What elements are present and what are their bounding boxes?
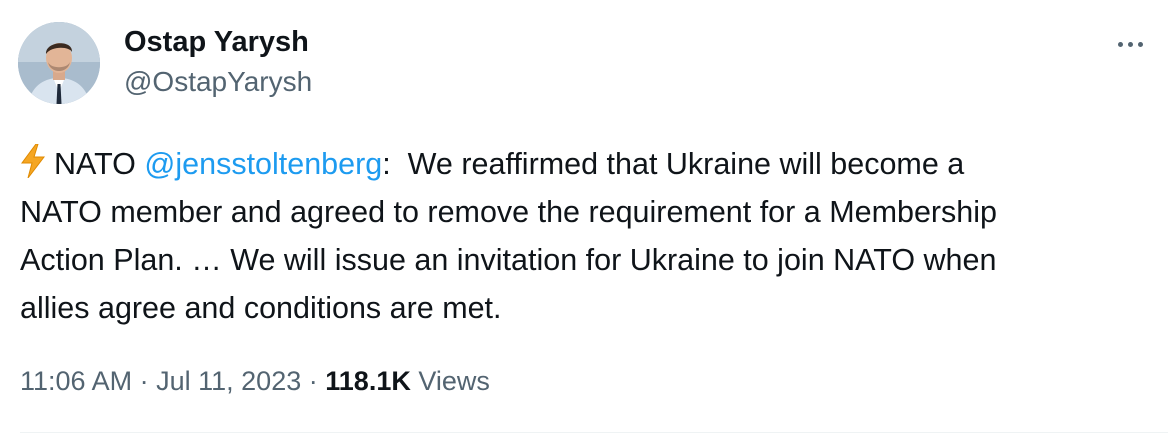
more-dot-icon <box>1127 41 1133 47</box>
avatar[interactable] <box>18 22 100 104</box>
tweet-time[interactable]: 11:06 AM <box>20 366 132 396</box>
author-handle[interactable]: @OstapYarysh <box>124 66 312 98</box>
divider <box>20 432 1168 433</box>
meta-separator: · <box>139 366 149 396</box>
tweet-meta: 11:06 AM · Jul 11, 2023 · 118.1K Views <box>20 366 490 397</box>
avatar-image <box>18 22 100 104</box>
mention-link[interactable]: @jensstoltenberg <box>144 147 382 181</box>
views-count[interactable]: 118.1K <box>325 366 411 396</box>
tweet-text-line-1: NATO @jensstoltenberg: We reaffirmed tha… <box>20 140 1140 188</box>
meta-separator: · <box>308 366 318 396</box>
tweet-prefix: NATO <box>54 147 136 181</box>
high-voltage-icon <box>21 144 46 178</box>
more-options-button[interactable] <box>1108 26 1152 62</box>
tweet-date[interactable]: Jul 11, 2023 <box>156 366 301 396</box>
tweet-text-segment: : We reaffirmed that Ukraine will become… <box>382 147 965 181</box>
tweet-card: Ostap Yarysh @OstapYarysh NATO @jensstol… <box>0 0 1168 442</box>
tweet-text-line-3: Action Plan. … We will issue an invitati… <box>20 243 997 277</box>
views-label[interactable]: Views <box>418 366 490 396</box>
tweet-text-line-4: allies agree and conditions are met. <box>20 291 502 325</box>
tweet-text: NATO @jensstoltenberg: We reaffirmed tha… <box>20 140 1140 332</box>
author-display-name[interactable]: Ostap Yarysh <box>124 26 309 59</box>
more-dot-icon <box>1117 41 1123 47</box>
more-dot-icon <box>1137 41 1143 47</box>
tweet-text-line-2: NATO member and agreed to remove the req… <box>20 195 998 229</box>
